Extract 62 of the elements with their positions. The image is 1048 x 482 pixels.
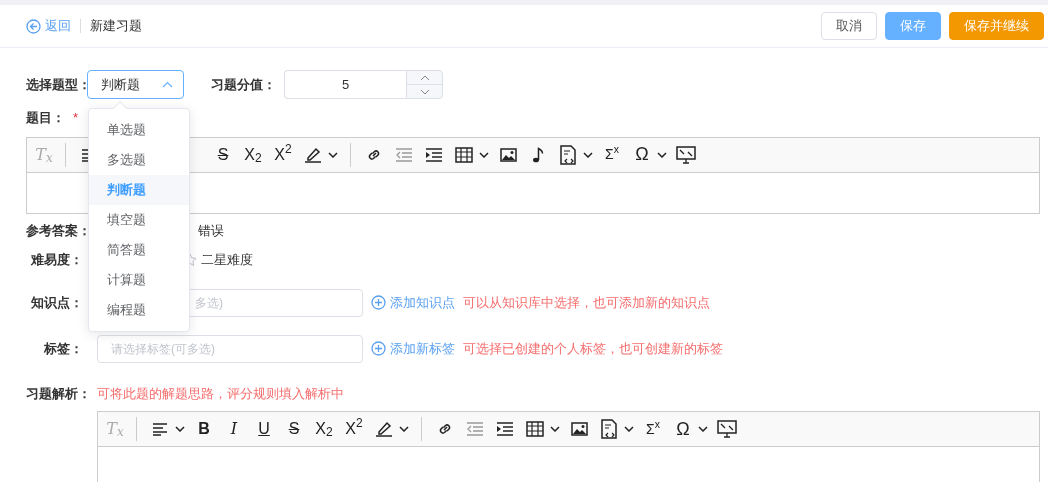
highlighter-icon[interactable] — [374, 420, 394, 438]
hint-text: 可选择已创建的个人标签，也可创建新的标签 — [463, 339, 723, 358]
caret-icon[interactable] — [479, 151, 489, 158]
bold-button[interactable]: B — [189, 417, 219, 441]
type-select[interactable]: 判断题 — [87, 70, 184, 99]
formula-button[interactable]: Σ$^{x}$ — [597, 142, 627, 167]
code-file-icon[interactable] — [600, 419, 618, 439]
dropdown-option[interactable]: 单选题 — [89, 115, 189, 145]
caret-icon[interactable] — [328, 151, 338, 158]
score-field[interactable]: 5 — [284, 70, 406, 99]
strikethrough-button[interactable]: S — [279, 417, 309, 441]
special-character-button[interactable]: Ω — [668, 417, 698, 441]
required-mark: * — [73, 109, 79, 127]
field-label: 难易度： — [30, 251, 83, 269]
code-file-icon[interactable] — [559, 144, 577, 165]
fullscreen-icon[interactable] — [717, 420, 737, 438]
image-icon[interactable] — [570, 422, 588, 436]
superscript-button[interactable]: X$^{2}$ — [268, 142, 298, 167]
subscript-button[interactable]: X$_{2}$ — [238, 142, 268, 167]
caret-icon[interactable] — [698, 426, 708, 432]
table-icon[interactable] — [526, 421, 544, 437]
hint-text: 可以从知识库中选择，也可添加新的知识点 — [463, 293, 710, 312]
field-label: 题目： — [26, 109, 65, 127]
caret-icon[interactable] — [550, 426, 560, 432]
align-icon[interactable] — [152, 422, 168, 436]
italic-button[interactable]: I — [219, 417, 249, 441]
caret-icon[interactable] — [624, 426, 634, 432]
table-icon[interactable] — [455, 146, 473, 163]
caret-icon[interactable] — [657, 151, 667, 158]
field-label: 标签： — [43, 339, 83, 358]
fullscreen-icon[interactable] — [676, 145, 696, 164]
subscript-button[interactable]: X$_{2}$ — [309, 417, 339, 441]
difficulty-text: 二星难度 — [201, 251, 253, 269]
decrement-icon[interactable] — [419, 88, 430, 95]
indent-icon[interactable] — [425, 147, 443, 162]
field-label: 知识点： — [30, 293, 83, 312]
superscript-button[interactable]: X$^{2}$ — [339, 417, 369, 441]
strikethrough-button[interactable]: S — [208, 142, 238, 167]
dropdown-option[interactable]: 简答题 — [89, 235, 189, 265]
special-character-button[interactable]: Ω — [627, 142, 657, 167]
plus-circle-icon — [371, 295, 386, 310]
field-label: 习题分值： — [211, 75, 276, 94]
image-icon[interactable] — [499, 147, 517, 162]
caret-icon[interactable] — [399, 426, 409, 432]
caret-icon[interactable] — [175, 426, 185, 432]
highlighter-icon[interactable] — [303, 145, 323, 164]
hint-text: 可将此题的解题思路，评分规则填入解析中 — [97, 384, 344, 403]
tag-field[interactable]: 请选择标签(可多选) — [97, 334, 363, 363]
cancel-button[interactable]: 取消 — [821, 12, 877, 40]
answer-option[interactable]: 错误 — [198, 220, 224, 240]
dropdown-option[interactable]: 多选题 — [89, 145, 189, 175]
page-title: 新建习题 — [90, 17, 142, 36]
dropdown-option[interactable]: 填空题 — [89, 205, 189, 235]
formula-button[interactable]: Σ$^{x}$ — [638, 417, 668, 441]
chevron-up-icon — [162, 81, 173, 88]
caret-icon[interactable] — [583, 151, 593, 158]
underline-button[interactable]: U — [249, 417, 279, 441]
music-note-icon[interactable] — [532, 146, 544, 163]
link-icon[interactable] — [437, 421, 453, 437]
indent-icon[interactable] — [496, 422, 514, 436]
increment-icon[interactable] — [419, 74, 430, 81]
plus-circle-icon — [371, 341, 386, 356]
